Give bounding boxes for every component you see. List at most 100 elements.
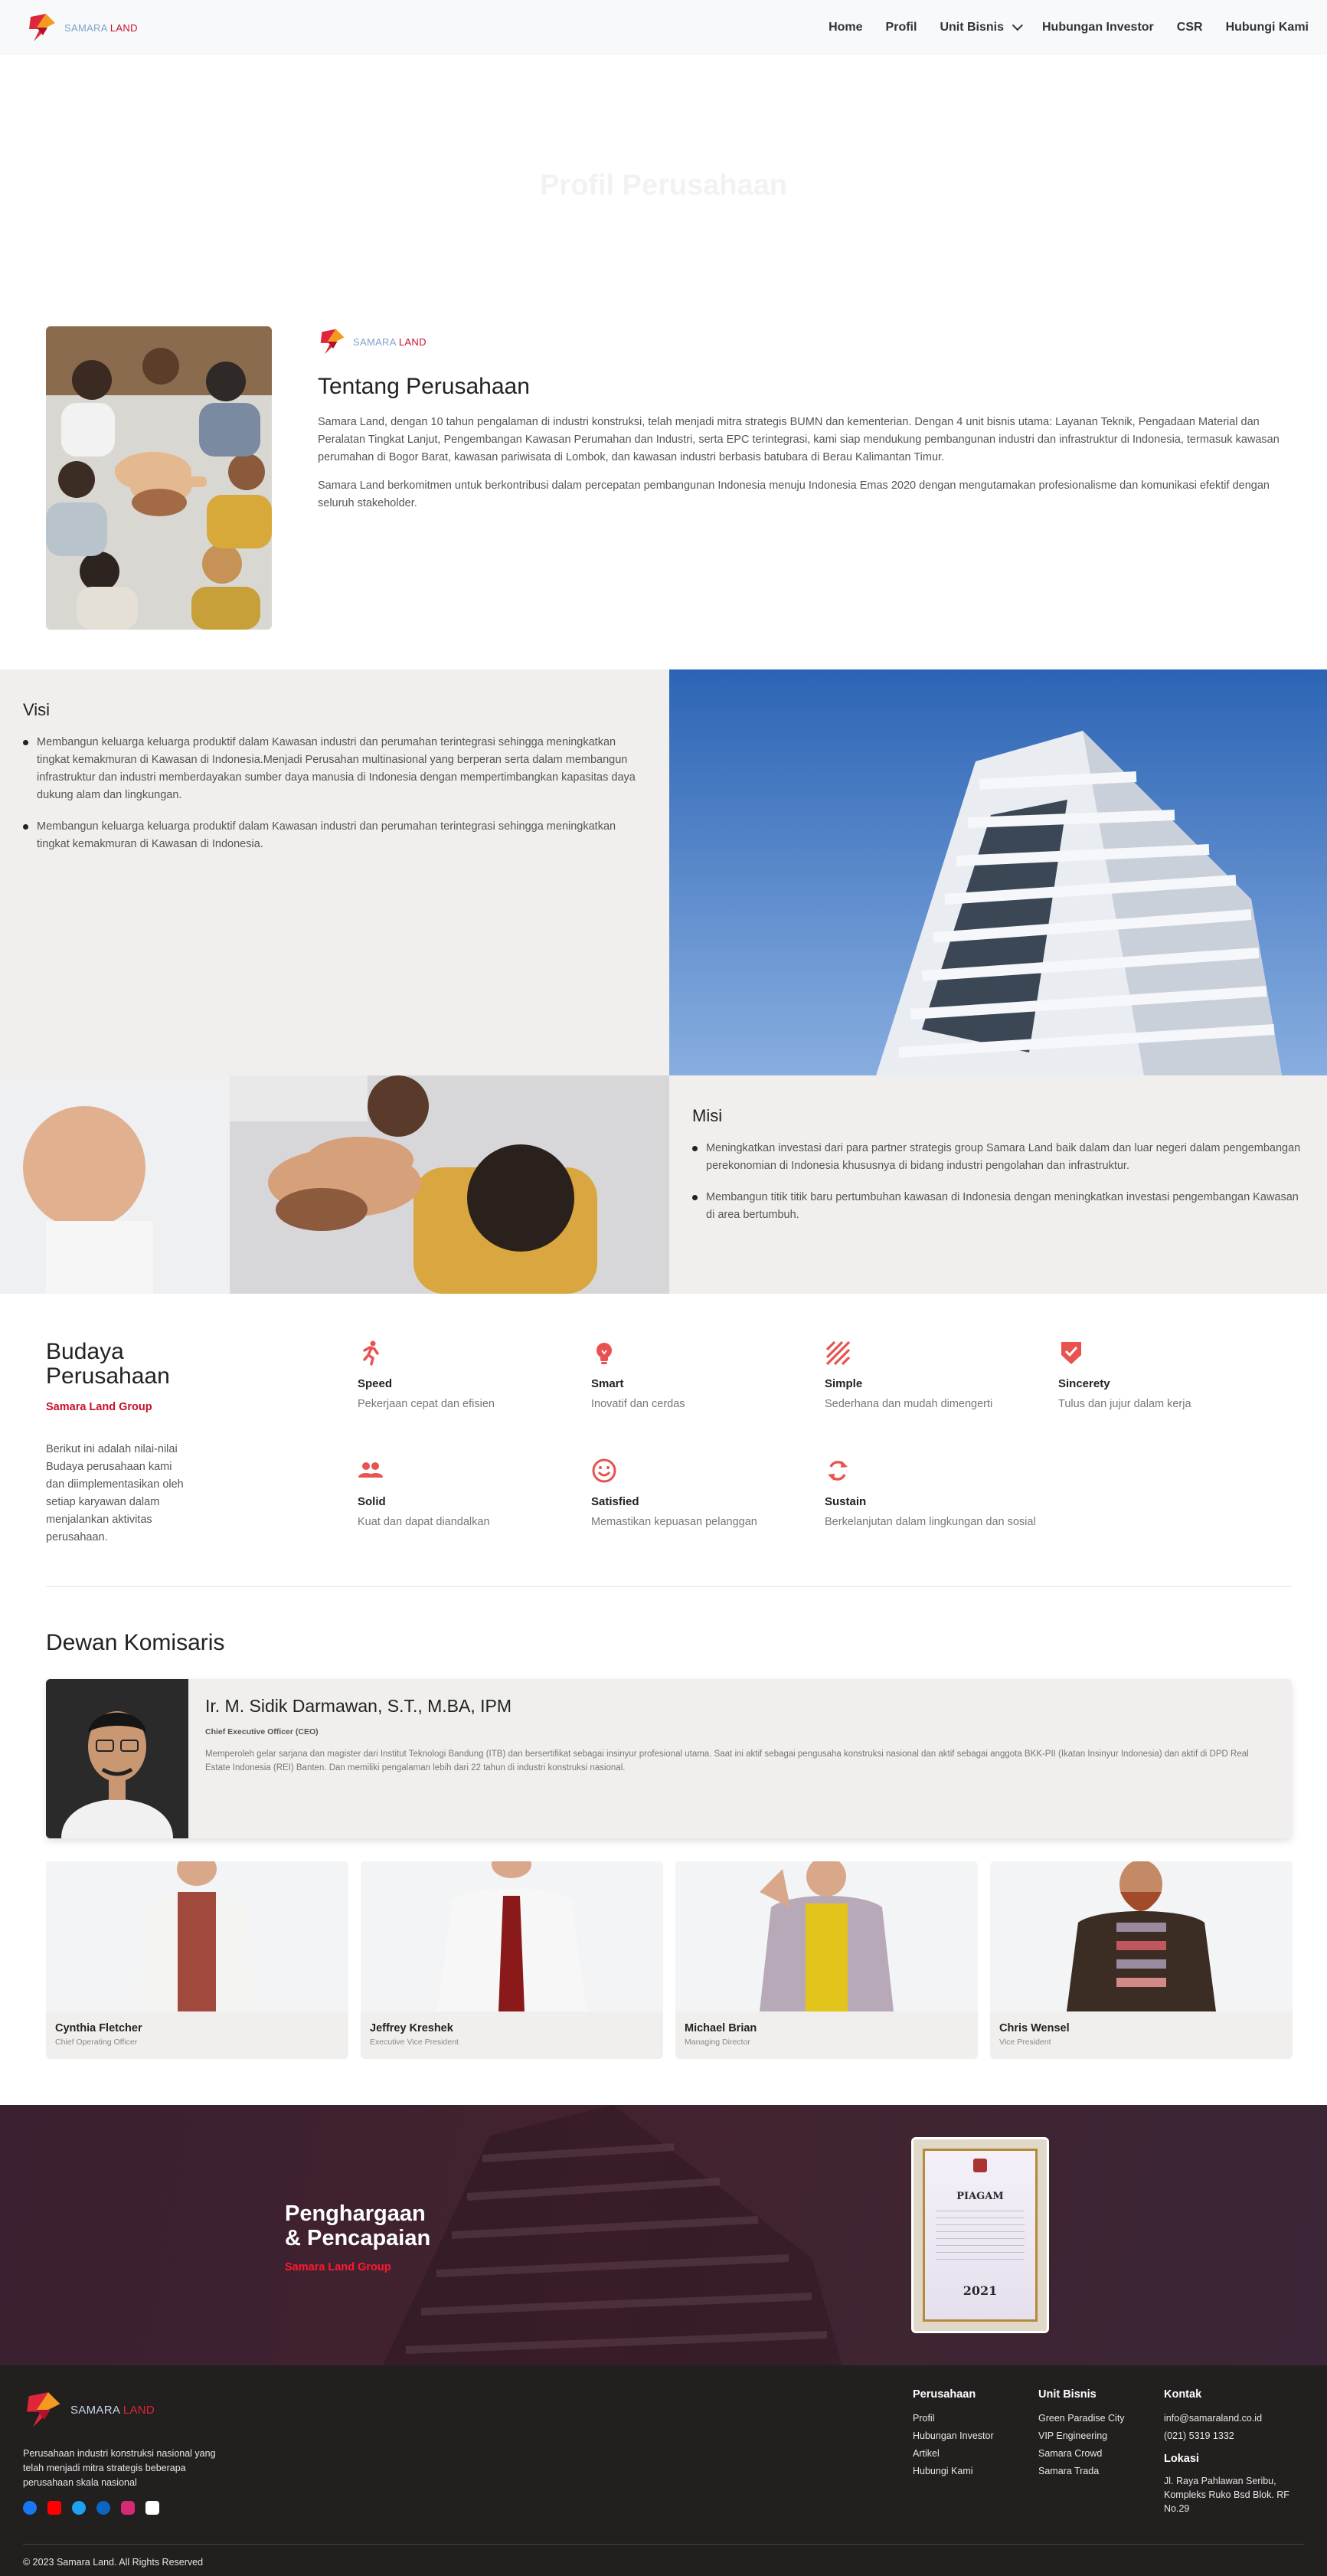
team-grid: Cynthia Fletcher Chief Operating Officer… xyxy=(46,1861,1293,2059)
brand-name: SAMARA LAND xyxy=(353,336,427,348)
instagram-icon[interactable] xyxy=(121,2501,135,2515)
social-links xyxy=(23,2501,222,2515)
contact-email[interactable]: info@samaraland.co.id xyxy=(1164,2410,1302,2427)
award-subtitle: Samara Land Group xyxy=(285,2261,391,2273)
visi-item: Membangun keluarga keluarga produktif da… xyxy=(23,818,646,853)
hands-together-image xyxy=(0,1075,669,1294)
misi-title: Misi xyxy=(692,1106,723,1125)
value-simple: Simple Sederhana dan mudah dimengerti xyxy=(825,1340,1058,1429)
footer-link[interactable]: VIP Engineering xyxy=(1038,2427,1164,2445)
award-text: Penghargaan & Pencapaian Samara Land Grou… xyxy=(285,2201,430,2273)
team-card: Cynthia Fletcher Chief Operating Officer xyxy=(46,1861,348,2059)
budaya-section: Budaya Perusahaan Samara Land Group Berik… xyxy=(0,1294,1327,1586)
nav-unit-bisnis[interactable]: Unit Bisnis xyxy=(940,20,1023,34)
about-paragraph-1: Samara Land, dengan 10 tahun pengalaman … xyxy=(318,416,1280,463)
certificate-title: PIAGAM xyxy=(956,2191,1004,2202)
lightbulb-icon xyxy=(596,1343,612,1364)
footer-logo[interactable]: SAMARA LAND xyxy=(23,2388,222,2431)
linkedin-icon[interactable] xyxy=(96,2501,110,2515)
facebook-icon[interactable] xyxy=(23,2501,37,2515)
about-title: Tentang Perusahaan xyxy=(318,374,530,399)
ceo-card: Ir. M. Sidik Darmawan, S.T., M.BA, IPM C… xyxy=(46,1679,1292,1838)
misi-item: Membangun titik titik baru pertumbuhan k… xyxy=(692,1189,1304,1224)
budaya-subtitle: Samara Land Group xyxy=(46,1401,152,1413)
member-photo xyxy=(675,1861,978,2011)
team-card: Michael Brian Managing Director xyxy=(675,1861,978,2059)
nav-hubungan-investor[interactable]: Hubungan Investor xyxy=(1042,21,1154,34)
ceo-name: Ir. M. Sidik Darmawan, S.T., M.BA, IPM xyxy=(205,1696,512,1716)
team-card: Jeffrey Kreshek Executive Vice President xyxy=(361,1861,663,2059)
about-paragraph-2: Samara Land berkomitmen untuk berkontrib… xyxy=(318,480,1270,509)
footer-link[interactable]: Samara Crowd xyxy=(1038,2445,1164,2463)
award-title: Penghargaan & Pencapaian xyxy=(285,2201,431,2250)
footer-col-kontak: Kontak info@samaraland.co.id (021) 5319 … xyxy=(1164,2388,1302,2515)
brand-name: SAMARA LAND xyxy=(70,2403,155,2417)
dewan-komisaris-section: Dewan Komisaris Ir. M. Sidik Darmawan, S… xyxy=(0,1587,1327,2105)
team-hands-image xyxy=(46,326,272,630)
footer-col-perusahaan: Perusahaan Profil Hubungan Investor Arti… xyxy=(913,2388,1038,2515)
stripes-icon xyxy=(825,1340,851,1366)
ceo-role: Chief Executive Officer (CEO) xyxy=(205,1727,319,1736)
footer-link[interactable]: Samara Trada xyxy=(1038,2463,1164,2480)
misi-item: Meningkatkan investasi dari para partner… xyxy=(692,1140,1304,1175)
footer-link[interactable]: Artikel xyxy=(913,2445,1038,2463)
brand-logo[interactable]: SAMARA LAND xyxy=(26,11,138,44)
twitter-icon[interactable] xyxy=(72,2501,86,2515)
shield-check-icon xyxy=(1061,1342,1081,1364)
contact-address: Jl. Raya Pahlawan Seribu, Kompleks Ruko … xyxy=(1164,2476,1289,2514)
footer-description: Perusahaan industri konstruksi nasional … xyxy=(23,2448,216,2488)
logo-mark-icon xyxy=(320,329,345,355)
ceo-photo xyxy=(46,1679,188,1838)
page-title: Profil Perusahaan xyxy=(539,169,788,201)
value-solid: Solid Kuat dan dapat diandalkan xyxy=(358,1458,591,1547)
nav-profil[interactable]: Profil xyxy=(886,21,917,34)
budaya-values-grid: Speed Pekerjaan cepat dan efisien Smart … xyxy=(358,1340,1292,1547)
budaya-description: Berikut ini adalah nilai-nilai Budaya pe… xyxy=(46,1443,184,1543)
value-smart: Smart Inovatif dan cerdas xyxy=(591,1340,825,1429)
award-certificate[interactable]: PIAGAM 2021 xyxy=(911,2137,1049,2333)
certificate-year: 2021 xyxy=(963,2283,998,2298)
smile-icon xyxy=(592,1458,616,1483)
team-card: Chris Wensel Vice President xyxy=(990,1861,1293,2059)
hero-banner: Profil Perusahaan xyxy=(0,55,1327,316)
building-image xyxy=(669,669,1327,1075)
logo-mark-icon xyxy=(27,2392,60,2427)
ceo-info: Ir. M. Sidik Darmawan, S.T., M.BA, IPM C… xyxy=(188,1679,1292,1838)
value-satisfied: Satisfied Memastikan kepuasan pelanggan xyxy=(591,1458,825,1547)
about-logo: SAMARA LAND xyxy=(318,326,1292,357)
tiktok-icon[interactable] xyxy=(145,2501,159,2515)
nav-csr[interactable]: CSR xyxy=(1177,21,1203,34)
navbar: SAMARA LAND Home Profil Unit Bisnis Hubu… xyxy=(0,0,1327,55)
refresh-icon xyxy=(828,1461,848,1481)
youtube-icon[interactable] xyxy=(47,2501,61,2515)
visi-misi-section: Visi Membangun keluarga keluarga produkt… xyxy=(0,669,1327,1294)
about-content: SAMARA LAND Tentang Perusahaan Samara La… xyxy=(318,326,1292,669)
logo-mark-icon xyxy=(29,14,55,41)
nav-home[interactable]: Home xyxy=(829,21,862,34)
ceo-description: Memperoleh gelar sarjana dan magister da… xyxy=(205,1750,1249,1772)
seal-icon xyxy=(973,2159,987,2172)
brand-name: SAMARA LAND xyxy=(64,21,138,34)
contact-phone[interactable]: (021) 5319 1332 xyxy=(1164,2427,1302,2445)
nav-hubungi-kami[interactable]: Hubungi Kami xyxy=(1226,21,1309,34)
footer-link[interactable]: Profil xyxy=(913,2410,1038,2427)
chevron-down-icon xyxy=(1012,20,1023,31)
member-photo xyxy=(361,1861,663,2011)
certificate-image: PIAGAM 2021 xyxy=(923,2149,1038,2322)
footer-col-unit-bisnis: Unit Bisnis Green Paradise City VIP Engi… xyxy=(1038,2388,1164,2515)
footer-about: SAMARA LAND Perusahaan industri konstruk… xyxy=(23,2388,222,2515)
footer-link[interactable]: Hubungi Kami xyxy=(913,2463,1038,2480)
member-photo xyxy=(46,1861,348,2011)
value-speed: Speed Pekerjaan cepat dan efisien xyxy=(358,1340,591,1429)
budaya-intro: Budaya Perusahaan Samara Land Group Berik… xyxy=(46,1340,189,1547)
visi-item: Membangun keluarga keluarga produktif da… xyxy=(23,734,646,804)
group-icon xyxy=(358,1462,383,1478)
main-menu: Home Profil Unit Bisnis Hubungan Investo… xyxy=(829,20,1309,34)
footer-link[interactable]: Hubungan Investor xyxy=(913,2427,1038,2445)
misi-block: Misi Meningkatkan investasi dari para pa… xyxy=(669,1075,1327,1294)
value-sincerety: Sincerety Tulus dan jujur dalam kerja xyxy=(1058,1340,1292,1429)
footer-link[interactable]: Green Paradise City xyxy=(1038,2410,1164,2427)
visi-title: Visi xyxy=(23,700,51,719)
footer-columns: Perusahaan Profil Hubungan Investor Arti… xyxy=(913,2388,1302,2515)
visi-block: Visi Membangun keluarga keluarga produkt… xyxy=(0,669,669,1075)
